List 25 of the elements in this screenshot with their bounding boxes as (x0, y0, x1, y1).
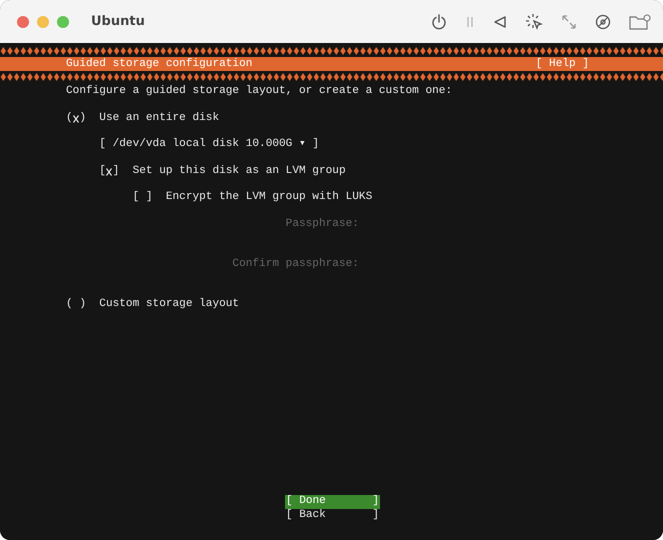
back-button[interactable]: [ Back ] (284, 508, 380, 522)
radio-button[interactable]: ( ) (66, 298, 86, 312)
field-label: Confirm passphrase: (231, 258, 359, 272)
power-icon[interactable] (431, 14, 447, 30)
field-label: Passphrase: (284, 218, 359, 232)
checkbox[interactable]: [ ] (99, 164, 120, 178)
close-button[interactable] (17, 16, 29, 28)
disc-icon[interactable] (595, 14, 611, 30)
option-label: Encrypt the LVM group with LUKS (166, 191, 372, 206)
window-title: Ubuntu (91, 14, 145, 29)
resize-icon[interactable] (561, 14, 577, 30)
intro-text: Configure a guided storage layout, or create a custom one: (66, 85, 452, 99)
option-label: Set up this disk as an LVM group (132, 164, 346, 179)
back-triangle-icon[interactable] (493, 14, 507, 28)
header-title: Guided storage configuration (66, 57, 252, 71)
option-label: Custom storage layout (99, 298, 240, 312)
option-label: Use an entire disk (99, 112, 220, 126)
radio-button[interactable]: ( ) (66, 112, 86, 125)
x-mark-icon (106, 168, 112, 176)
folder-icon[interactable] (629, 14, 651, 30)
done-button[interactable]: [ Done ] (284, 495, 380, 508)
checkbox[interactable]: [ ] (132, 191, 153, 205)
x-mark-icon (72, 114, 79, 123)
cursor-icon[interactable] (525, 12, 543, 30)
disk-dropdown[interactable]: [ /dev/vda local disk 10.000G ▾ ] (99, 138, 319, 165)
